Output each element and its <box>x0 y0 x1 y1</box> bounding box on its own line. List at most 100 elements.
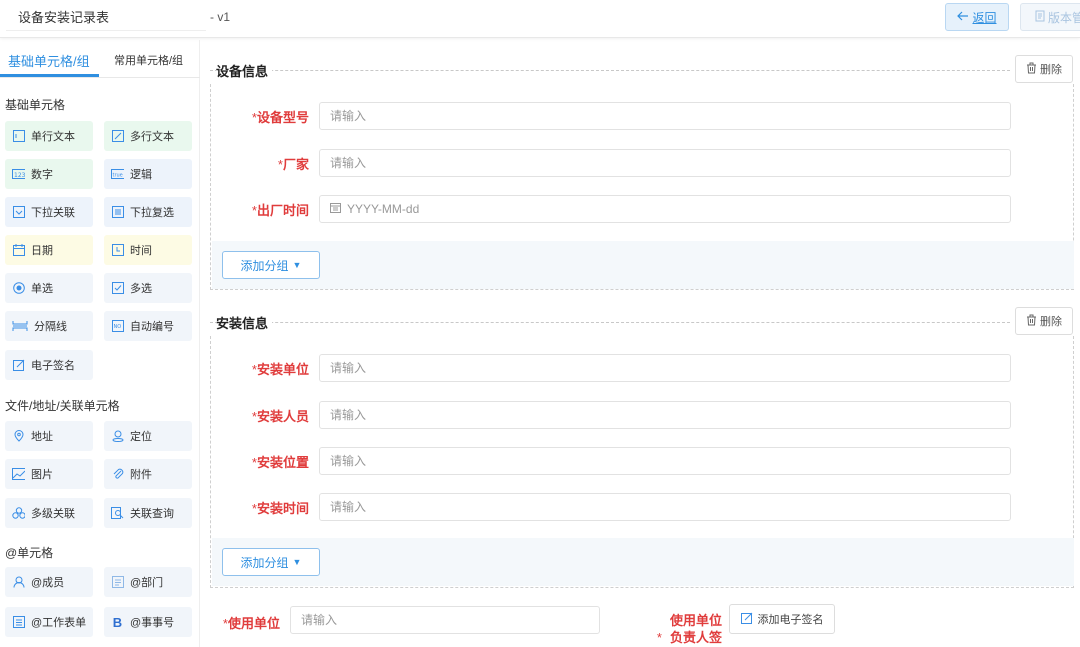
field-row: *安装位置 请输入 <box>211 447 1073 475</box>
group-title: 安装信息 <box>216 313 273 332</box>
cell-signature[interactable]: 电子签名 <box>5 350 93 380</box>
cell-label: 多行文本 <box>130 131 174 143</box>
field-row: *厂家 请输入 <box>211 149 1073 177</box>
cell-label: 分隔线 <box>34 321 67 333</box>
back-arrow-icon <box>957 10 969 24</box>
cell-label: 电子签名 <box>31 360 75 372</box>
cell-multi-line-text[interactable]: 多行文本 <box>104 121 192 151</box>
add-group-label: 添加分组 <box>240 258 289 273</box>
cell-label: 图片 <box>31 469 53 481</box>
group-title: 设备信息 <box>216 61 273 80</box>
cell-location[interactable]: 定位 <box>104 421 192 451</box>
location-icon <box>111 430 124 443</box>
field-label: *设备型号 <box>251 110 309 125</box>
top-bar: 设备安装记录表 - v1 返回 版本管 <box>0 0 1080 38</box>
cell-radio[interactable]: 单选 <box>5 273 93 303</box>
trash-icon <box>1026 62 1037 77</box>
field-row: *设备型号 请输入 <box>211 102 1073 130</box>
cell-label: @成员 <box>31 577 65 589</box>
cell-time[interactable]: 时间 <box>104 235 192 265</box>
caret-down-icon: ▼ <box>292 260 302 270</box>
cell-worksheet[interactable]: @工作表单 <box>5 607 93 637</box>
cell-member[interactable]: @成员 <box>5 567 93 597</box>
cell-label: 日期 <box>31 245 53 257</box>
group-divider-line <box>210 322 1010 323</box>
use-unit-label: *使用单位 <box>222 616 280 631</box>
field-label: *安装人员 <box>251 409 309 424</box>
member-icon <box>12 576 25 589</box>
install-unit-input[interactable]: 请输入 <box>319 354 1011 382</box>
field-label: *安装位置 <box>251 455 309 470</box>
delete-group-button[interactable]: 删除 <box>1015 55 1073 83</box>
cell-multi-level[interactable]: 多级关联 <box>5 498 93 528</box>
cell-label: 逻辑 <box>130 169 152 181</box>
form-title-input[interactable]: 设备安装记录表 <box>6 5 206 31</box>
trash-icon <box>1026 314 1037 329</box>
field-row: *安装人员 请输入 <box>211 401 1073 429</box>
back-button[interactable]: 返回 <box>945 3 1009 31</box>
use-unit-input[interactable]: 请输入 <box>290 606 600 634</box>
cell-account[interactable]: B @事事号 <box>104 607 192 637</box>
group-header: 设备信息 删除 <box>210 55 1075 83</box>
delete-label: 删除 <box>1040 316 1062 328</box>
cell-department[interactable]: @部门 <box>104 567 192 597</box>
cell-label: 定位 <box>130 431 152 443</box>
add-group-button[interactable]: 添加分组 ▼ <box>222 548 320 576</box>
install-time-input[interactable]: 请输入 <box>319 493 1011 521</box>
cell-divider[interactable]: 分隔线 <box>5 311 93 341</box>
factory-date-picker[interactable]: YYYY-MM-dd <box>319 195 1011 223</box>
cell-single-line-text[interactable]: 单行文本 <box>5 121 93 151</box>
field-label: *安装单位 <box>251 362 309 377</box>
cell-label: 单选 <box>31 283 53 295</box>
signature-icon <box>12 359 25 372</box>
installer-input[interactable]: 请输入 <box>319 401 1011 429</box>
cell-boolean[interactable]: true 逻辑 <box>104 159 192 189</box>
calendar-icon <box>330 196 341 222</box>
manufacturer-input[interactable]: 请输入 <box>319 149 1011 177</box>
multi-line-text-icon <box>111 130 124 143</box>
tab-basic-cells[interactable]: 基础单元格/组 <box>8 51 90 70</box>
version-manage-button[interactable]: 版本管 <box>1020 3 1080 31</box>
caret-down-icon: ▼ <box>292 557 302 567</box>
device-model-input[interactable]: 请输入 <box>319 102 1011 130</box>
section-title-at-cells: @单元格 <box>5 546 54 560</box>
cell-label: @工作表单 <box>31 617 87 629</box>
cell-address[interactable]: 地址 <box>5 421 93 451</box>
cell-image[interactable]: 图片 <box>5 459 93 489</box>
install-location-input[interactable]: 请输入 <box>319 447 1011 475</box>
date-placeholder: YYYY-MM-dd <box>347 202 420 216</box>
cell-date[interactable]: 日期 <box>5 235 93 265</box>
cell-auto-number[interactable]: NO 自动编号 <box>104 311 192 341</box>
tab-common-cells[interactable]: 常用单元格/组 <box>114 52 183 68</box>
cell-lookup[interactable]: 关联查询 <box>104 498 192 528</box>
cell-label: 自动编号 <box>130 321 174 333</box>
cell-label: @部门 <box>130 577 164 589</box>
cell-label: 关联查询 <box>130 508 174 520</box>
field-label: *厂家 <box>277 157 309 172</box>
cell-attachment[interactable]: 附件 <box>104 459 192 489</box>
attachment-icon <box>111 468 124 481</box>
add-group-button[interactable]: 添加分组 ▼ <box>222 251 320 279</box>
cell-label: 下拉关联 <box>31 207 75 219</box>
delete-group-button[interactable]: 删除 <box>1015 307 1073 335</box>
cell-number[interactable]: 123 数字 <box>5 159 93 189</box>
cell-dropdown[interactable]: 下拉关联 <box>5 197 93 227</box>
group-body: *安装单位 请输入 *安装人员 请输入 *安装位置 请输入 *安装时间 请输入 … <box>210 336 1074 588</box>
cell-label: 多选 <box>130 283 152 295</box>
svg-text:123: 123 <box>14 172 25 179</box>
divider-icon <box>12 320 28 333</box>
auto-number-icon: NO <box>111 320 124 333</box>
responsible-signature-label: 使用单位 * 负责人签 <box>650 612 722 646</box>
panel-tabs: 基础单元格/组 常用单元格/组 <box>0 40 200 78</box>
cell-dropdown-multi[interactable]: 下拉复选 <box>104 197 192 227</box>
address-icon <box>12 430 25 443</box>
field-label: *出厂时间 <box>251 203 309 218</box>
cell-label: 时间 <box>130 245 152 257</box>
cell-checkbox[interactable]: 多选 <box>104 273 192 303</box>
active-tab-underline <box>0 74 99 77</box>
radio-icon <box>12 282 25 295</box>
add-group-strip: 添加分组 ▼ <box>212 241 1074 289</box>
add-signature-button[interactable]: 添加电子签名 <box>729 604 835 634</box>
cell-label: 下拉复选 <box>130 207 174 219</box>
cell-label: 多级关联 <box>31 508 75 520</box>
